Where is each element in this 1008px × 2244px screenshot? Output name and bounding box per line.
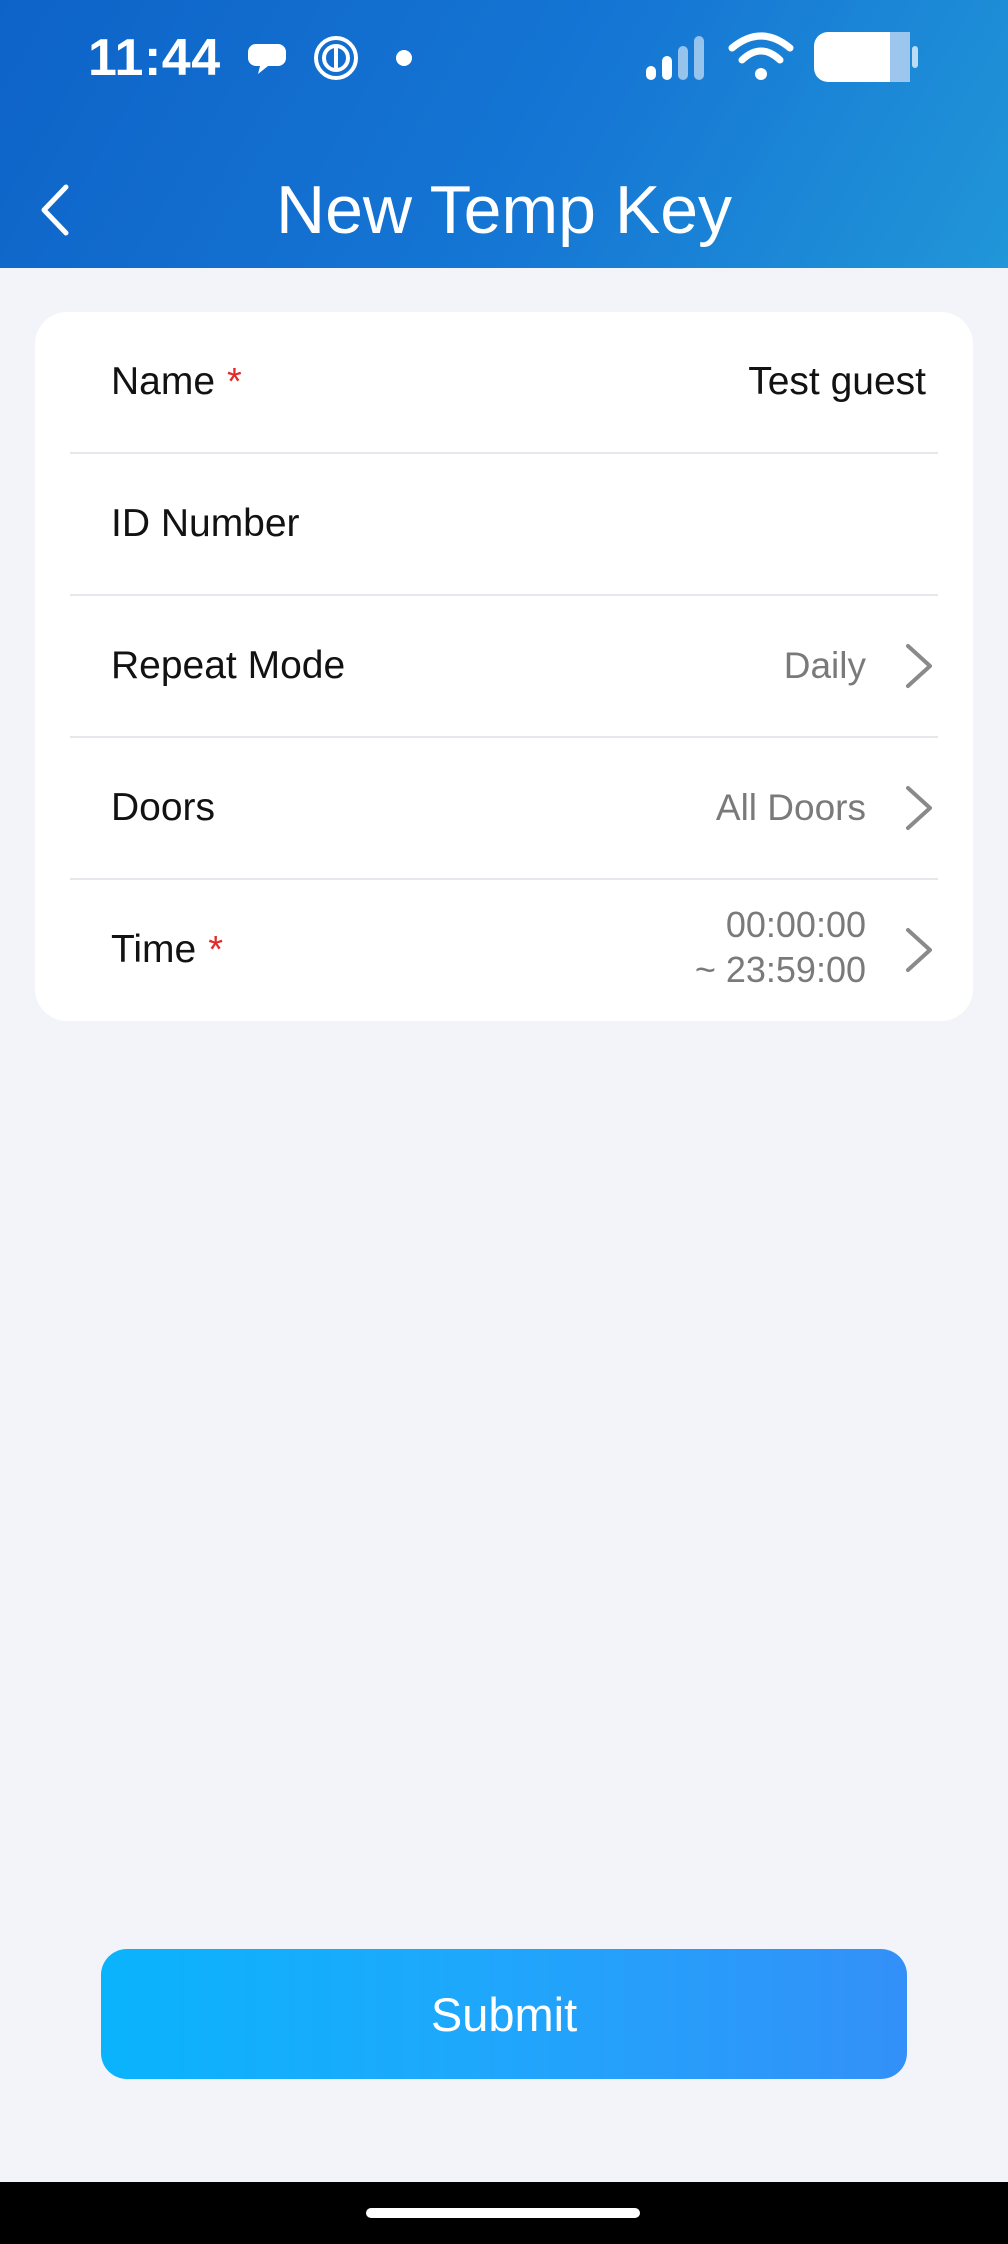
time-range-value: 00:00:00 ~ 23:59:00	[695, 902, 866, 992]
name-label-text: Name	[111, 360, 216, 403]
name-input[interactable]: Test guest	[748, 312, 926, 452]
nav-bar: New Temp Key	[0, 150, 1008, 270]
chevron-right-icon	[906, 786, 932, 830]
repeat-mode-label-text: Repeat Mode	[111, 644, 346, 687]
submit-button[interactable]: Submit	[101, 1949, 907, 2079]
time-label-text: Time	[111, 928, 197, 971]
page-title: New Temp Key	[275, 172, 733, 248]
signal-icon	[646, 36, 704, 80]
time-row[interactable]: Time * 00:00:00 ~ 23:59:00	[70, 880, 938, 1020]
required-marker: *	[208, 928, 224, 971]
app-header: 11:44 New Temp Key	[0, 0, 1008, 268]
id-number-label-text: ID Number	[111, 502, 300, 545]
wifi-icon	[728, 32, 794, 80]
id-number-row[interactable]: ID Number	[70, 454, 938, 596]
time-label: Time *	[111, 880, 223, 1020]
name-row[interactable]: Name * Test guest	[70, 312, 938, 454]
chevron-right-icon	[906, 644, 932, 688]
required-marker: *	[227, 360, 242, 403]
repeat-mode-row[interactable]: Repeat Mode Daily	[70, 596, 938, 738]
name-label: Name *	[111, 312, 242, 452]
time-end: ~ 23:59:00	[694, 949, 866, 990]
doors-label: Doors	[111, 738, 215, 878]
fingerprint-vpn-icon	[314, 36, 358, 80]
home-indicator[interactable]	[366, 2208, 640, 2218]
form-card: Name * Test guest ID Number Repeat Mode …	[35, 312, 973, 1021]
time-start: 00:00:00	[725, 904, 866, 945]
chat-bubble-icon	[248, 44, 286, 74]
system-navigation-bar	[0, 2182, 1008, 2244]
doors-row[interactable]: Doors All Doors	[70, 738, 938, 880]
notification-dot-icon	[396, 50, 412, 66]
status-time: 11:44	[88, 29, 221, 87]
repeat-mode-label: Repeat Mode	[111, 596, 345, 736]
status-bar: 11:44	[0, 0, 1008, 116]
id-number-label: ID Number	[111, 454, 300, 594]
repeat-mode-value: Daily	[783, 645, 866, 686]
doors-value: All Doors	[715, 787, 866, 828]
chevron-right-icon	[906, 928, 932, 972]
doors-label-text: Doors	[111, 786, 216, 829]
battery-icon	[814, 32, 918, 82]
